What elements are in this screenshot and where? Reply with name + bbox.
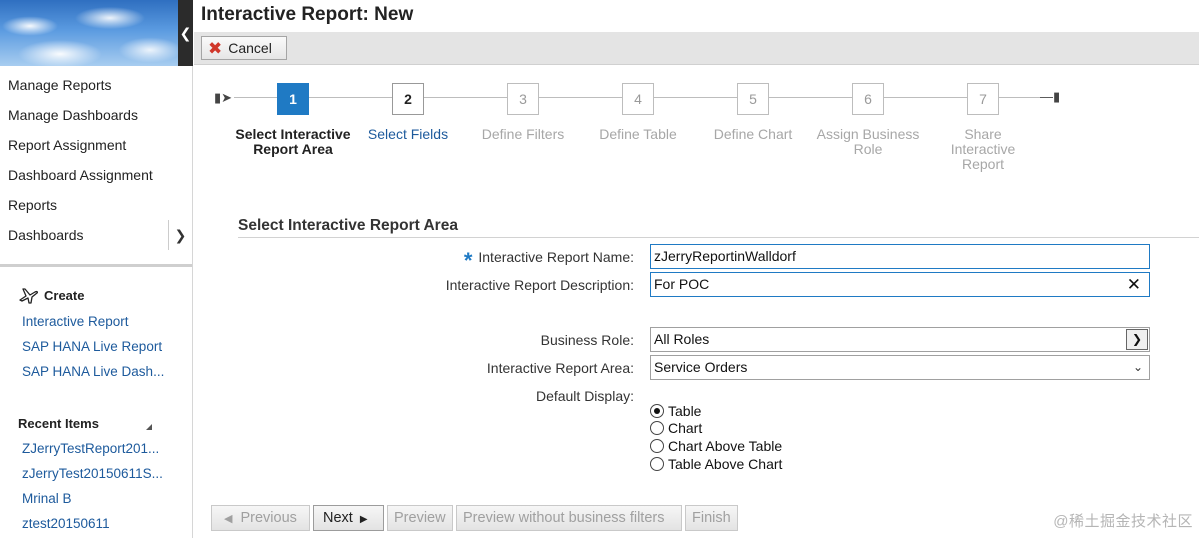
chevron-left-icon[interactable]: ❮ [178,0,193,66]
nav-item-report-assignment[interactable]: Report Assignment [0,130,192,160]
default-display-label: Default Display: [535,388,634,404]
business-role-label: Business Role: [540,332,634,348]
recent-items-section: Recent Items ZJerryTestReport201... zJer… [0,410,192,536]
wizard-step-5: 5 [737,83,769,115]
nav-item-dashboards-label: Dashboards [8,227,84,243]
clear-icon[interactable]: ✕ [1127,273,1141,296]
chevron-right-icon: ▶ [359,514,368,525]
recent-items-title: Recent Items [18,415,99,431]
wizard-end-icon: —▮ [1040,89,1061,104]
nav-item-manage-dashboards[interactable]: Manage Dashboards [0,100,192,130]
display-option-label: Chart Above Table [668,437,783,454]
nav-item-reports[interactable]: Reports [0,190,192,220]
wizard-step-6: 6 [852,83,884,115]
report-area-select[interactable]: Service Orders ⌄ [650,355,1150,380]
create-link-hana-live-report[interactable]: SAP HANA Live Report [0,334,178,359]
nav-item-manage-reports[interactable]: Manage Reports [0,70,192,100]
airplane-icon [19,288,38,304]
chevron-down-icon[interactable]: ⌄ [1133,356,1143,379]
create-header: Create [0,281,192,309]
report-description-input[interactable]: For POC ✕ [650,272,1150,297]
business-role-select[interactable]: All Roles ❯ [650,327,1150,352]
wizard-step-5-label: Define Chart [713,126,793,142]
chevron-left-icon: ◀ [224,513,233,525]
cancel-button[interactable]: ✖ Cancel [201,36,287,60]
section-title: Select Interactive Report Area [238,217,458,234]
wizard-step-4-label: Define Table [599,126,677,142]
report-name-label-text: Interactive Report Name: [478,249,634,265]
previous-button[interactable]: ◀ Previous [211,505,310,531]
wizard-step-1[interactable]: 1 [277,83,309,115]
recent-item[interactable]: ZJerryTestReport201... [0,436,178,461]
previous-label: Previous [240,510,297,526]
nav-item-dashboard-assignment[interactable]: Dashboard Assignment [0,160,192,190]
wizard-step-7: 7 [967,83,999,115]
watermark: @稀土掘金技术社区 [1053,513,1193,530]
wizard-step-3-label: Define Filters [481,126,565,142]
wizard-step-1-label: Select Interactive Report Area [235,126,351,157]
display-option-chart-above-table[interactable]: Chart Above Table [650,437,782,454]
report-name-input[interactable]: zJerryReportinWalldorf [650,244,1150,269]
next-label: Next [323,510,353,526]
radio-icon[interactable] [650,456,664,471]
create-title: Create [44,287,85,303]
chevron-down-icon[interactable]: ❯ [1126,329,1148,350]
create-link-interactive-report[interactable]: Interactive Report [0,309,178,334]
nav-item-dashboards[interactable]: Dashboards ❯ [0,220,192,250]
recent-item[interactable]: Mrinal B [0,486,178,511]
recent-item[interactable]: zJerryTest20150611S... [0,461,178,486]
report-name-label: * Interactive Report Name: [464,248,634,274]
sky-banner-image [0,0,178,66]
display-option-chart[interactable]: Chart [650,419,702,436]
wizard-step-2[interactable]: 2 [392,83,424,115]
business-role-value: All Roles [654,331,710,347]
required-asterisk-icon: * [463,248,473,273]
preview-button[interactable]: Preview [387,505,453,531]
section-divider [238,237,1199,238]
sidebar-divider [0,264,192,267]
page-title: Interactive Report: New [201,4,414,25]
wizard-start-icon: ▮➤ [214,90,233,105]
display-option-table[interactable]: Table [650,402,701,419]
wizard-steps: ▮➤ —▮ 1 2 3 4 5 6 7 Select Interactive R… [194,80,1199,180]
radio-selected-icon[interactable] [650,403,664,418]
report-area-value: Service Orders [654,359,748,375]
display-option-table-above-chart[interactable]: Table Above Chart [650,455,782,472]
cancel-label: Cancel [228,40,272,56]
wizard-step-3: 3 [507,83,539,115]
radio-icon[interactable] [650,420,664,435]
wizard-step-2-label[interactable]: Select Fields [348,127,468,142]
display-option-label: Chart [668,419,703,436]
preview-without-filters-button[interactable]: Preview without business filters [456,505,682,531]
finish-button[interactable]: Finish [685,505,738,531]
wizard-step-6-label: Assign Business Role [816,126,920,157]
close-icon: ✖ [208,38,223,58]
main-content: Interactive Report: New ✖ Cancel ▮➤ —▮ 1… [194,0,1199,538]
nav-list: Manage Reports Manage Dashboards Report … [0,70,192,250]
recent-item[interactable]: ztest20150611 [0,511,178,536]
wizard-step-4: 4 [622,83,654,115]
report-description-value: For POC [654,276,710,292]
display-option-label: Table Above Chart [668,455,783,472]
report-area-label: Interactive Report Area: [486,360,634,376]
next-button[interactable]: Next ▶ [313,505,384,531]
create-section: Create Interactive Report SAP HANA Live … [0,281,192,384]
create-link-hana-live-dashboard[interactable]: SAP HANA Live Dash... [0,359,178,384]
chevron-right-icon[interactable]: ❯ [168,220,192,250]
display-option-label: Table [668,402,702,419]
radio-icon[interactable] [650,438,664,453]
toolbar: ✖ Cancel [194,32,1199,65]
resize-triangle-icon[interactable] [146,424,152,430]
recent-items-header: Recent Items [0,410,192,436]
wizard-step-7-label: Share Interactive Report [950,126,1016,172]
report-description-label: Interactive Report Description: [445,277,634,293]
sidebar: ❮ Manage Reports Manage Dashboards Repor… [0,0,193,538]
